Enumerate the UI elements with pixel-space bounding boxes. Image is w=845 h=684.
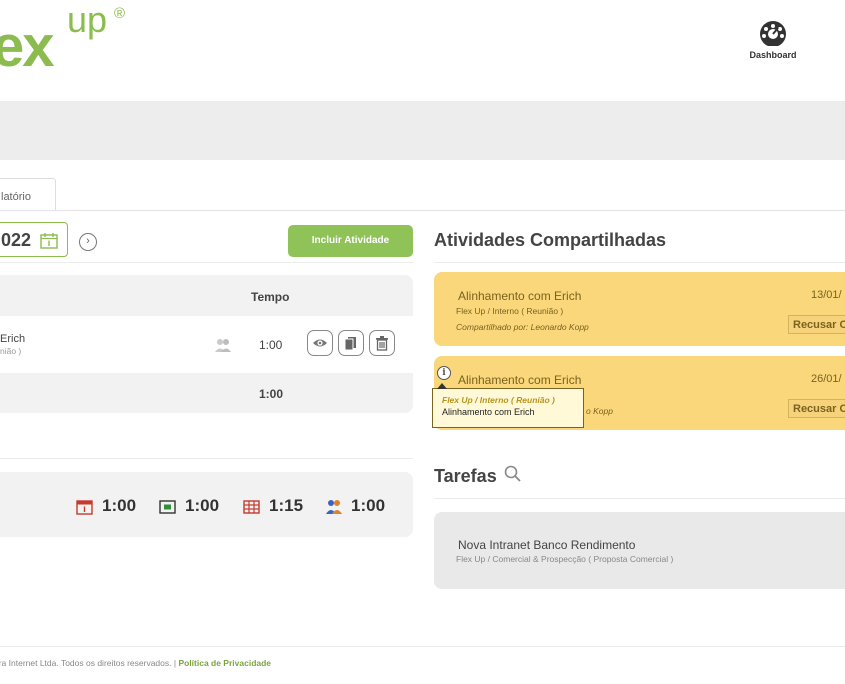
people-icon <box>326 500 342 514</box>
logo-text: ex <box>0 14 54 79</box>
summary-value: 1:00 <box>185 496 220 515</box>
task-card[interactable]: Nova Intranet Banco Rendimento Flex Up /… <box>434 512 845 589</box>
logo-superscript: up <box>67 0 108 40</box>
activity-table: Tempo Erich nião ) 1:00 1:00 <box>0 275 413 413</box>
table-row[interactable]: Erich nião ) 1:00 <box>0 316 413 373</box>
people-icon <box>215 339 231 352</box>
divider <box>434 498 845 499</box>
divider <box>434 262 845 263</box>
dashboard-button[interactable]: Dashboard <box>738 20 808 60</box>
time-summary: 1:00 1:00 1:15 1:00 <box>0 472 413 537</box>
logo-registered-mark: ® <box>114 5 126 22</box>
add-activity-button[interactable]: Incluir Atividade <box>288 225 413 257</box>
search-icon[interactable] <box>503 464 523 484</box>
shared-by: o Kopp <box>586 406 613 416</box>
calendar-icon <box>76 500 93 515</box>
tooltip-arrow <box>437 383 447 389</box>
trash-icon <box>376 336 388 351</box>
activity-name: Erich <box>0 333 26 345</box>
tab-divider <box>0 210 845 211</box>
info-icon[interactable]: i <box>437 366 451 380</box>
task-subtitle: Flex Up / Comercial & Prospecção ( Propo… <box>456 554 674 564</box>
footer-divider <box>0 646 845 647</box>
tooltip-category: Flex Up / Interno ( Reunião ) <box>442 395 555 405</box>
date-text: 022 <box>1 230 32 250</box>
next-day-button[interactable]: › <box>79 233 97 251</box>
shared-activity-title: Alinhamento com Erich <box>458 373 582 387</box>
duplicate-button[interactable] <box>338 330 364 356</box>
tab-relatorio[interactable]: latório <box>0 178 56 211</box>
shared-activity-date: 26/01/ <box>811 373 842 385</box>
decline-button[interactable]: Recusar C <box>788 315 845 334</box>
column-header-tempo: Tempo <box>251 290 290 304</box>
total-time: 1:00 <box>259 387 284 401</box>
view-button[interactable] <box>307 330 333 356</box>
shared-by: Compartilhado por: Leonardo Kopp <box>456 322 589 332</box>
dashboard-gauge-icon <box>760 21 786 46</box>
task-title: Nova Intranet Banco Rendimento <box>458 538 636 552</box>
tooltip-title: Alinhamento com Erich <box>442 407 535 417</box>
summary-value: 1:00 <box>351 496 386 515</box>
toolbar-band <box>0 101 845 160</box>
shared-activities-title: Atividades Compartilhadas <box>434 230 667 250</box>
shared-activity-subtitle: Flex Up / Interno ( Reunião ) <box>456 306 564 316</box>
summary-value: 1:00 <box>102 496 137 515</box>
tasks-title: Tarefas <box>434 466 497 486</box>
delete-button[interactable] <box>369 330 395 356</box>
summary-value: 1:15 <box>269 496 304 515</box>
footer: ara Internet Ltda. Todos os direitos res… <box>0 658 271 668</box>
shared-activity-title: Alinhamento com Erich <box>458 289 582 303</box>
divider <box>0 458 413 459</box>
privacy-policy-link[interactable]: Política de Privacidade <box>178 658 271 668</box>
divider <box>0 262 413 263</box>
screen-icon <box>159 500 176 514</box>
activity-time: 1:00 <box>259 338 283 352</box>
decline-button[interactable]: Recusar C <box>788 399 845 418</box>
dashboard-label: Dashboard <box>749 50 797 60</box>
shared-activity-card[interactable]: Alinhamento com Erich Flex Up / Interno … <box>434 272 845 346</box>
copy-icon <box>344 337 356 351</box>
brand-logo[interactable]: ex up ® <box>0 0 192 80</box>
info-tooltip: Flex Up / Interno ( Reunião ) Alinhament… <box>432 383 584 428</box>
table-icon <box>243 500 260 514</box>
date-picker[interactable]: 022 <box>0 222 68 257</box>
eye-icon <box>313 339 327 347</box>
activity-subtitle: nião ) <box>0 346 22 356</box>
footer-copyright: ara Internet Ltda. Todos os direitos res… <box>0 658 179 668</box>
calendar-icon <box>40 233 58 249</box>
shared-activity-date: 13/01/ <box>811 289 842 301</box>
